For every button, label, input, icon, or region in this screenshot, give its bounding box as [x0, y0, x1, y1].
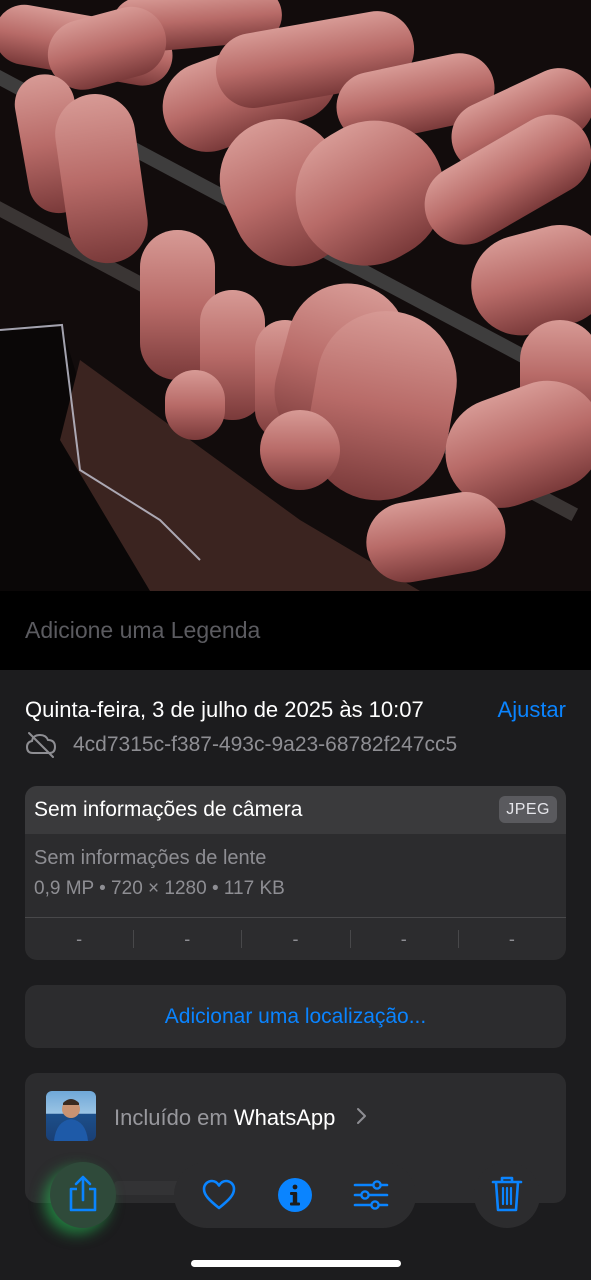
- person-photo-icon: [54, 1099, 88, 1141]
- photo-uuid: 4cd7315c-f387-493c-9a23-68782f247cc5: [73, 733, 458, 756]
- exif-iso: -: [76, 929, 83, 949]
- heart-icon: [202, 1179, 236, 1210]
- sliders-icon: [353, 1180, 389, 1210]
- trash-icon: [491, 1176, 523, 1212]
- exif-focal-length: -: [133, 918, 241, 960]
- exif-exposure: -: [241, 918, 349, 960]
- share-button[interactable]: [50, 1162, 116, 1228]
- info-icon: [278, 1178, 312, 1212]
- photo-date: Quinta-feira, 3 de julho de 2025 às 10:0…: [25, 697, 424, 722]
- sausage-photo: [0, 0, 591, 591]
- home-indicator[interactable]: [191, 1260, 401, 1267]
- camera-header: Sem informações de câmera JPEG: [25, 786, 566, 834]
- format-badge: JPEG: [499, 796, 557, 823]
- caption-input[interactable]: Adicione uma Legenda: [25, 617, 260, 644]
- lens-info: Sem informações de lente: [34, 847, 267, 869]
- action-pill: [174, 1162, 416, 1228]
- album-prefix: Incluído em: [114, 1105, 234, 1130]
- favorite-button[interactable]: [186, 1162, 252, 1228]
- photo-preview[interactable]: [0, 0, 591, 591]
- image-specs: 0,9 MP • 720 × 1280 • 117 KB: [34, 878, 285, 899]
- album-link[interactable]: Incluído em WhatsApp: [114, 1105, 335, 1131]
- share-icon: [69, 1175, 97, 1212]
- delete-button[interactable]: [474, 1162, 540, 1228]
- add-location-label: Adicionar uma localização...: [164, 1005, 427, 1028]
- camera-info-card: Sem informações de câmera JPEG Sem infor…: [25, 786, 566, 960]
- edit-adjust-button[interactable]: [338, 1162, 404, 1228]
- album-app-name: WhatsApp: [233, 1105, 336, 1130]
- camera-title: Sem informações de câmera: [34, 798, 303, 821]
- exif-row: - - - - -: [25, 917, 566, 960]
- info-button[interactable]: [262, 1162, 328, 1228]
- adjust-date-button[interactable]: Ajustar: [498, 697, 566, 723]
- chevron-right-icon: [357, 1108, 366, 1124]
- exif-shutter: -: [457, 918, 566, 960]
- add-location-button[interactable]: Adicionar uma localização...: [25, 985, 566, 1048]
- album-thumbnail[interactable]: [46, 1091, 96, 1141]
- caption-area: Adicione uma Legenda: [0, 591, 591, 670]
- cloud-slash-icon: [25, 732, 57, 758]
- exif-aperture: -: [349, 918, 458, 960]
